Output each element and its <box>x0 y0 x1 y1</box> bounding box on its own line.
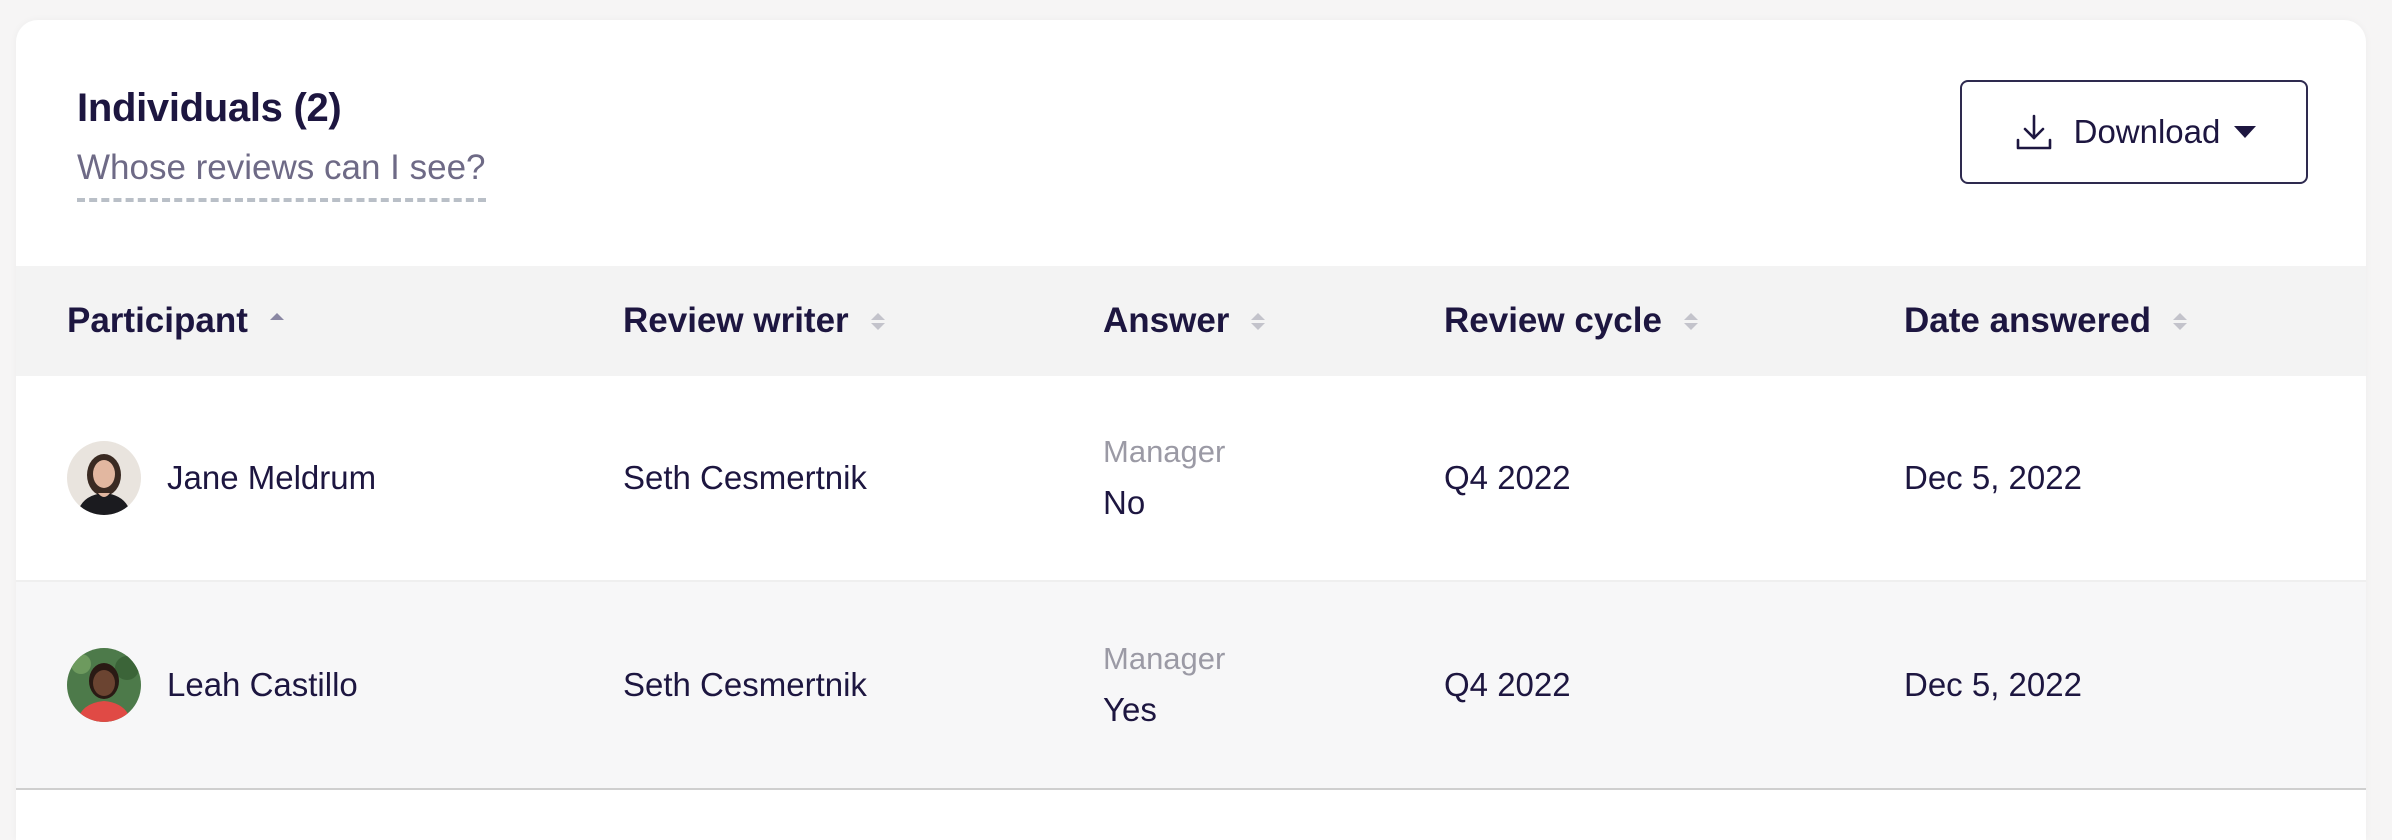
date-answered-cell: Dec 5, 2022 <box>1904 666 2082 703</box>
column-header-label: Date answered <box>1904 301 2152 340</box>
column-header-review-writer[interactable]: Review writer <box>623 266 885 376</box>
column-header-label: Participant <box>67 301 248 340</box>
column-header-label: Answer <box>1103 301 1230 340</box>
caret-down-icon <box>2234 126 2257 138</box>
review-cycle-cell: Q4 2022 <box>1444 666 1571 703</box>
participant-name[interactable]: Leah Castillo <box>167 666 358 704</box>
column-header-participant[interactable]: Participant <box>67 266 284 376</box>
download-icon <box>2016 114 2051 150</box>
answer-value: No <box>1103 484 1146 521</box>
download-button-label: Download <box>2073 113 2221 150</box>
sort-icon <box>2173 312 2188 330</box>
table-header: Participant Review writer Answer Review … <box>16 266 2366 376</box>
date-answered-cell: Dec 5, 2022 <box>1904 459 2082 496</box>
table-row[interactable]: Jane Meldrum Seth Cesmertnik Manager No … <box>16 376 2366 582</box>
column-header-label: Review cycle <box>1444 301 1662 340</box>
individuals-card: Individuals (2) Whose reviews can I see?… <box>16 20 2366 840</box>
column-header-label: Review writer <box>623 301 849 340</box>
column-header-answer[interactable]: Answer <box>1103 266 1266 376</box>
sort-icon <box>1251 312 1266 330</box>
download-button[interactable]: Download <box>1960 80 2308 184</box>
card-header: Individuals (2) Whose reviews can I see?… <box>16 20 2366 266</box>
page-title: Individuals (2) <box>77 86 342 130</box>
column-header-review-cycle[interactable]: Review cycle <box>1444 266 1698 376</box>
review-cycle-cell: Q4 2022 <box>1444 459 1571 496</box>
participant-cell: Jane Meldrum <box>67 376 376 580</box>
answer-role: Manager <box>1103 434 1226 469</box>
answer-role: Manager <box>1103 641 1226 676</box>
whose-reviews-help-link[interactable]: Whose reviews can I see? <box>77 148 486 202</box>
avatar <box>67 648 141 722</box>
answer-cell: Manager No <box>1103 376 1225 580</box>
review-writer-cell: Seth Cesmertnik <box>623 459 867 496</box>
participant-cell: Leah Castillo <box>67 582 358 788</box>
table-row[interactable]: Leah Castillo Seth Cesmertnik Manager Ye… <box>16 582 2366 790</box>
sort-icon <box>1683 312 1698 330</box>
answer-value: Yes <box>1103 691 1157 728</box>
answer-cell: Manager Yes <box>1103 582 1225 788</box>
review-writer-cell: Seth Cesmertnik <box>623 666 867 703</box>
column-header-date-answered[interactable]: Date answered <box>1904 266 2188 376</box>
sort-icon <box>870 312 885 330</box>
avatar <box>67 441 141 515</box>
participant-name[interactable]: Jane Meldrum <box>167 459 376 497</box>
sort-icon <box>269 312 284 330</box>
